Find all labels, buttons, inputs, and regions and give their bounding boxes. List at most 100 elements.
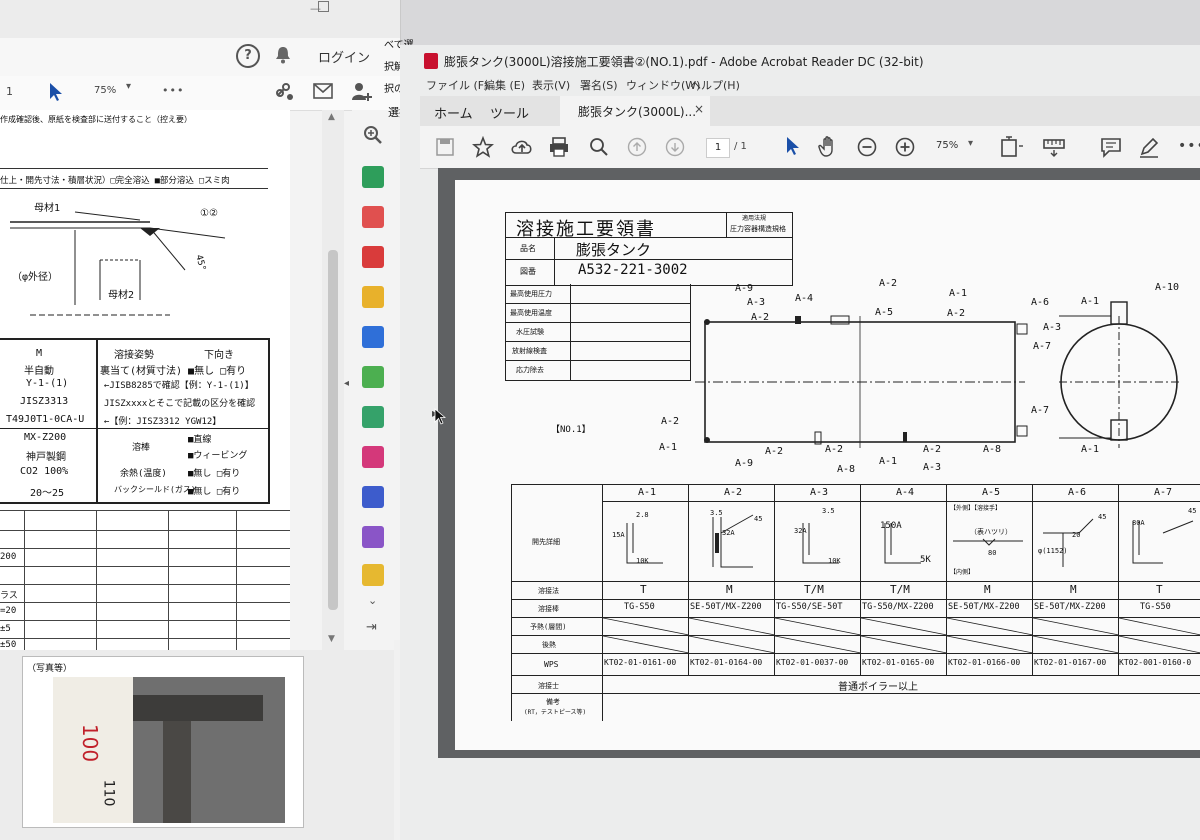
- menu-edit[interactable]: 編集 (E): [484, 77, 525, 93]
- menu-file[interactable]: ファイル (F): [426, 77, 488, 93]
- compress-icon[interactable]: [362, 406, 384, 428]
- remarks-label: 備考: [546, 698, 560, 706]
- export-pdf-icon[interactable]: [362, 246, 384, 268]
- zoom-value[interactable]: 75%: [936, 140, 958, 151]
- menu-sign[interactable]: 署名(S): [580, 77, 618, 93]
- more-tools-icon[interactable]: •••: [162, 84, 184, 97]
- window-controls: —: [310, 1, 400, 16]
- scroll-down-icon[interactable]: ▼: [328, 634, 335, 644]
- login-button[interactable]: ログイン: [318, 47, 370, 66]
- callout-15: A-9: [735, 458, 754, 469]
- tab-home[interactable]: ホーム: [434, 103, 473, 122]
- scan-icon[interactable]: [362, 366, 384, 388]
- print-icon[interactable]: [548, 136, 570, 158]
- groove-note-19: 45: [1188, 507, 1197, 515]
- photo-frame: （写真等） 100 110: [22, 656, 304, 828]
- select-cursor-icon[interactable]: [48, 82, 64, 102]
- zoom-out-icon[interactable]: [856, 136, 878, 158]
- main-toolbar: 1 / 1 75% ▾ •••: [420, 126, 1200, 169]
- organize-pages-icon[interactable]: [362, 206, 384, 228]
- combine-files-icon[interactable]: [362, 326, 384, 348]
- remarks-sub: (RT，テストピース等): [524, 709, 587, 716]
- groove-note-9: 150A: [880, 521, 902, 531]
- zoom-tool-icon[interactable]: [362, 124, 384, 146]
- help-icon[interactable]: ?: [236, 44, 260, 68]
- groove-label: 開先詳細: [532, 538, 560, 546]
- outer-diameter-label: （φ外径）: [12, 272, 59, 283]
- link-user-icon[interactable]: [274, 81, 296, 103]
- comment-icon[interactable]: [362, 286, 384, 308]
- hand-tool-icon[interactable]: [818, 135, 840, 159]
- preheat-label: 余熱(温度): [120, 469, 167, 479]
- drawing-no-label: 図番: [520, 267, 536, 276]
- add-user-icon[interactable]: [350, 81, 374, 103]
- tab-tools[interactable]: ツール: [490, 103, 529, 122]
- page-number-input[interactable]: 1: [706, 138, 730, 158]
- groove-note-2: 10K: [636, 557, 649, 565]
- scroll-up-icon[interactable]: ▲: [328, 112, 335, 122]
- rod-a5: SE-50T/MX-Z200: [948, 602, 1020, 612]
- tab-document-label[interactable]: 膨張タンク(3000L)...: [578, 103, 696, 120]
- table-jis2: JISZxxxxとそこで記載の区分を確認: [104, 399, 256, 409]
- groove-note-12: （表ハツリ）: [970, 528, 1012, 536]
- table-row-1: Y-1-(1): [26, 378, 69, 389]
- edit-pdf-icon[interactable]: [362, 564, 384, 586]
- groove-note-8: 10K: [828, 557, 841, 565]
- product-value: 膨張タンク: [576, 241, 652, 259]
- photo-label: （写真等）: [27, 664, 73, 674]
- upload-cloud-icon[interactable]: [510, 136, 534, 158]
- protect-icon[interactable]: [362, 486, 384, 508]
- menu-view[interactable]: 表示(V): [532, 77, 570, 93]
- bell-icon[interactable]: [272, 44, 294, 66]
- previous-page-icon[interactable]: [626, 136, 648, 158]
- tab-bar: ホーム ツール 膨張タンク(3000L)... ×: [420, 96, 1200, 127]
- callout-12: A-10: [1155, 282, 1180, 293]
- collapse-tools-icon[interactable]: ⇥: [366, 620, 377, 635]
- wps-a5: KT02-01-0166-00: [948, 658, 1021, 667]
- create-pdf-icon[interactable]: [362, 166, 384, 188]
- measure-tool-icon[interactable]: [1042, 136, 1066, 158]
- rod-a6: SE-50T/MX-Z200: [1034, 602, 1106, 612]
- bookmark-star-icon[interactable]: [472, 136, 494, 158]
- maximize-icon[interactable]: [318, 1, 329, 12]
- close-tab-icon[interactable]: ×: [694, 102, 704, 116]
- comment-tool-icon[interactable]: [1100, 136, 1122, 158]
- callout-21: A-3: [923, 462, 942, 473]
- highlight-pen-icon[interactable]: [1138, 136, 1160, 158]
- zoom-dropdown-icon-2[interactable]: ▾: [968, 138, 973, 149]
- scroll-thumb[interactable]: [328, 250, 338, 610]
- search-icon[interactable]: [588, 136, 610, 158]
- page-number[interactable]: 1: [6, 85, 13, 98]
- col-a1: A-1: [638, 487, 657, 498]
- tab-document[interactable]: 膨張タンク(3000L)... ×: [560, 96, 710, 126]
- rod-a3: TG-S50/SE-50T: [776, 602, 843, 612]
- spec-row-4: 応力除去: [516, 366, 544, 374]
- lower-val-2: =20: [0, 606, 17, 616]
- mail-icon[interactable]: [313, 83, 333, 99]
- left-scrollbar[interactable]: ▲ ▼: [322, 110, 344, 650]
- lower-val-0: 200: [0, 552, 17, 562]
- send-for-signature-icon[interactable]: [362, 526, 384, 548]
- collapse-panel-icon[interactable]: ◂: [344, 378, 349, 389]
- more-tools-chevron-icon[interactable]: ⌄: [368, 594, 377, 607]
- zoom-dropdown-icon[interactable]: ▾: [126, 81, 131, 92]
- fill-sign-icon[interactable]: [362, 446, 384, 468]
- zoom-level[interactable]: 75%: [94, 85, 116, 96]
- more-menu-icon[interactable]: •••: [1178, 138, 1200, 154]
- next-page-icon[interactable]: [664, 136, 686, 158]
- groove-note-3: 3.5: [710, 509, 723, 517]
- table-row-5: 神戸製鋼: [26, 452, 66, 463]
- left-acrobat-window: — ? ログイン 1 75% ▾ ••• 作成確認後、原紙を検査部に送付すること…: [0, 0, 401, 650]
- table-row-7: 20～25: [30, 488, 65, 499]
- select-cursor-icon-2[interactable]: [784, 136, 802, 158]
- left-header-bar: ? ログイン: [0, 38, 400, 77]
- menu-help[interactable]: ヘルプ(H): [690, 77, 740, 93]
- welder-label: 溶接士: [538, 682, 559, 690]
- method-a3: T/M: [804, 583, 824, 596]
- callout-11: A-1: [1081, 296, 1100, 307]
- acrobat-logo-icon: [424, 53, 438, 69]
- zoom-in-icon[interactable]: [894, 136, 916, 158]
- fit-page-icon[interactable]: [1000, 136, 1026, 158]
- save-icon[interactable]: [436, 138, 454, 156]
- preheat-label-2: 予熱(層間): [530, 623, 567, 631]
